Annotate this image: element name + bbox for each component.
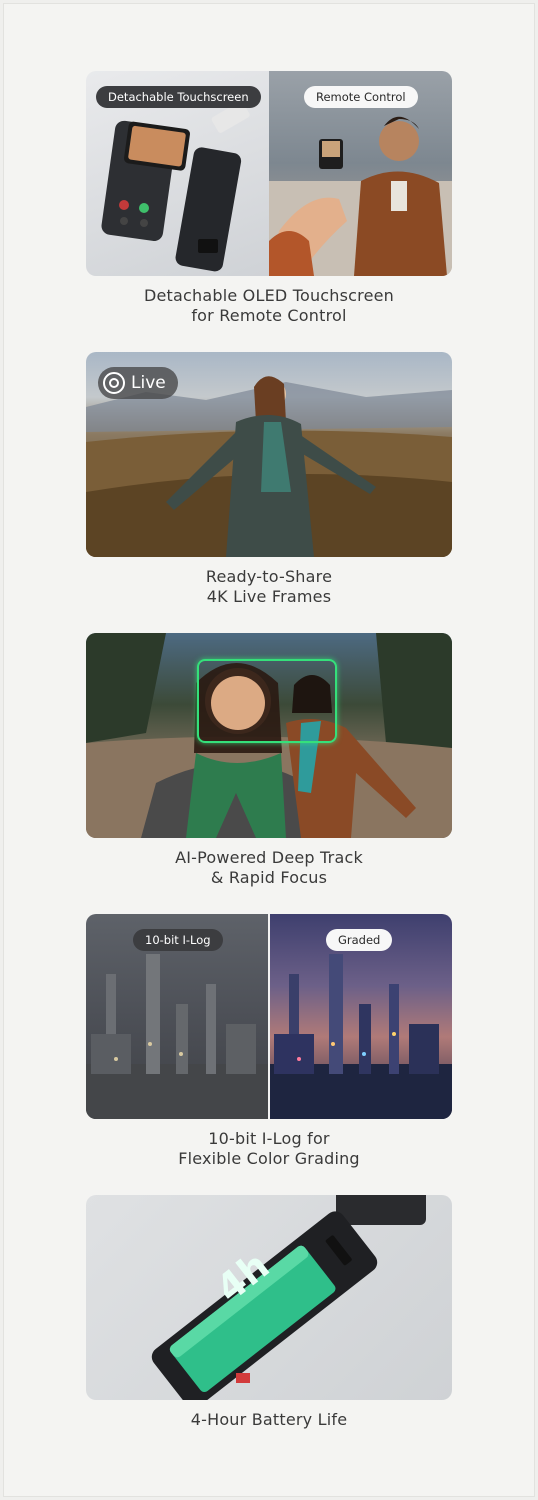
caption-line: AI-Powered Deep Track (175, 848, 363, 867)
feature-ilog: 10-bit I-Log Graded 10-bit I-Log for Fle… (86, 914, 452, 1169)
tracking-box (197, 659, 337, 743)
caption-line: & Rapid Focus (210, 868, 328, 887)
caption-line: Ready-to-Share (205, 567, 333, 586)
caption-line: Detachable OLED Touchscreen (143, 286, 395, 305)
caption-line: Flexible Color Grading (178, 1149, 360, 1168)
battery-image: 4h (86, 1195, 452, 1400)
live-icon (103, 372, 125, 394)
caption-deep-track: AI-Powered Deep Track & Rapid Focus (86, 848, 452, 888)
ilog-image: 10-bit I-Log Graded (86, 914, 452, 1119)
badge-graded: Graded (326, 929, 393, 951)
caption-line: 4-Hour Battery Life (190, 1410, 348, 1429)
feature-touchscreen: Detachable Touchscreen Remote Control De… (86, 71, 452, 326)
feature-deep-track: AI-Powered Deep Track & Rapid Focus (86, 633, 452, 888)
badge-detachable-touchscreen: Detachable Touchscreen (96, 86, 261, 108)
live-label: Live (131, 373, 166, 393)
feature-live-frames: Live Ready-to-Share 4K Live Frames (86, 352, 452, 607)
caption-line: 10-bit I-Log for (208, 1129, 330, 1148)
feature-sheet: Detachable Touchscreen Remote Control De… (3, 3, 535, 1497)
live-badge: Live (98, 367, 178, 399)
caption-touchscreen: Detachable OLED Touchscreen for Remote C… (86, 286, 452, 326)
badge-ilog: 10-bit I-Log (133, 929, 223, 951)
feature-battery: 4h 4-Hour Battery Life (86, 1195, 452, 1430)
touchscreen-image: Detachable Touchscreen Remote Control (86, 71, 452, 276)
live-frames-image: Live (86, 352, 452, 557)
split-divider (268, 914, 270, 1119)
caption-ilog: 10-bit I-Log for Flexible Color Grading (86, 1129, 452, 1169)
badge-remote-control: Remote Control (304, 86, 418, 108)
caption-line: for Remote Control (191, 306, 347, 325)
deep-track-image (86, 633, 452, 838)
caption-live-frames: Ready-to-Share 4K Live Frames (86, 567, 452, 607)
caption-line: 4K Live Frames (206, 587, 332, 606)
caption-battery: 4-Hour Battery Life (86, 1410, 452, 1430)
